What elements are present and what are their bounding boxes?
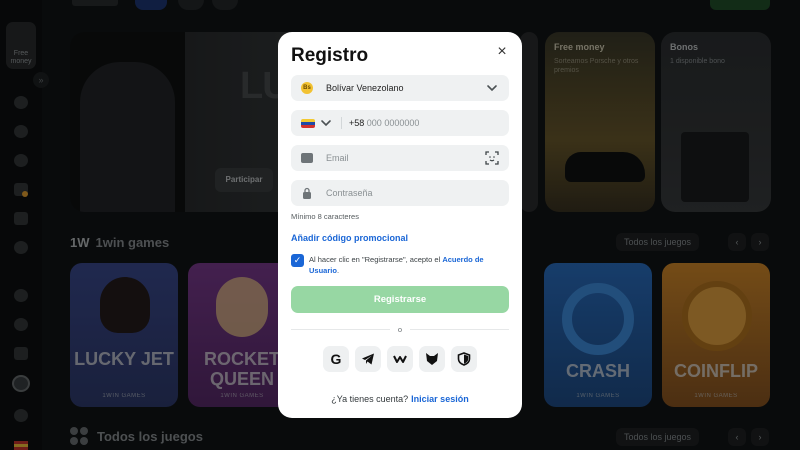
modal-title: Registro [291,45,369,66]
lock-icon [303,187,311,199]
chevron-down-icon[interactable] [319,116,333,130]
currency-select[interactable]: Bs Bolívar Venezolano [291,75,509,101]
promo-code-link[interactable]: Añadir código promocional [291,233,408,243]
phone-input[interactable]: +58 000 0000000 [349,110,419,136]
password-field[interactable]: Contraseña [291,180,509,206]
currency-coin-icon: Bs [301,82,313,94]
worldcoin-icon[interactable] [387,346,413,372]
terms-checkbox[interactable]: ✓ [291,254,304,267]
login-prompt: ¿Ya tienes cuenta? Iniciar sesión [331,394,469,404]
close-icon[interactable]: × [494,44,510,60]
chevron-down-icon [487,85,497,92]
face-scan-icon[interactable] [485,151,499,165]
password-hint: Mínimo 8 caracteres [291,212,359,221]
google-icon[interactable]: G [323,346,349,372]
password-input[interactable]: Contraseña [326,180,373,206]
divider-text: o [390,325,410,334]
currency-value: Bolívar Venezolano [326,83,404,93]
registration-modal: Registro × Bs Bolívar Venezolano +58 000… [278,32,522,418]
phone-field[interactable]: +58 000 0000000 [291,110,509,136]
page: Free money » LU PO Participar Free money… [0,0,800,450]
venezuela-flag-icon [301,119,315,128]
email-input[interactable]: Email [326,145,349,171]
fox-icon[interactable] [419,346,445,372]
telegram-icon[interactable] [355,346,381,372]
register-button[interactable]: Registrarse [291,286,509,313]
mail-icon [301,153,313,163]
shield-icon[interactable] [451,346,477,372]
email-field[interactable]: Email [291,145,509,171]
social-login-row: G [323,346,477,374]
login-link[interactable]: Iniciar sesión [411,394,469,404]
terms-text: Al hacer clic en "Registrarse", acepto e… [309,255,484,275]
